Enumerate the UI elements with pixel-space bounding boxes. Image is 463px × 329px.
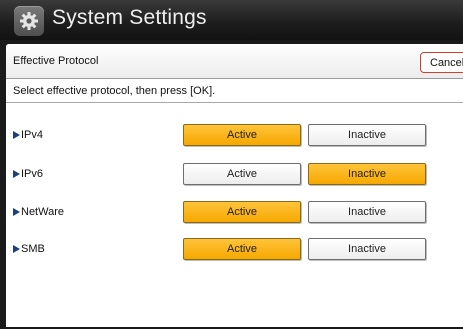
protocol-label: NetWare <box>13 206 64 218</box>
ipv4-inactive-button[interactable]: Inactive <box>308 124 426 146</box>
instruction-text: Select effective protocol, then press [O… <box>13 85 216 97</box>
protocol-row-smb: SMB Active Inactive <box>6 238 463 262</box>
protocol-row-ipv6: IPv6 Active Inactive <box>6 163 463 187</box>
ipv6-inactive-button[interactable]: Inactive <box>308 163 426 185</box>
section-title: Effective Protocol <box>13 55 99 67</box>
settings-panel: Effective Protocol Cancel Select effecti… <box>6 44 463 327</box>
protocol-name: IPv6 <box>21 168 44 180</box>
gear-icon <box>14 6 44 36</box>
arrow-right-icon <box>13 208 20 216</box>
protocol-name: SMB <box>21 243 45 255</box>
arrow-right-icon <box>13 131 20 139</box>
protocol-name: NetWare <box>21 206 64 218</box>
ipv6-active-button[interactable]: Active <box>183 163 301 185</box>
netware-inactive-button[interactable]: Inactive <box>308 201 426 223</box>
cancel-button[interactable]: Cancel <box>420 52 463 73</box>
protocol-label: SMB <box>13 243 45 255</box>
protocol-row-ipv4: IPv4 Active Inactive <box>6 124 463 148</box>
netware-active-button[interactable]: Active <box>183 201 301 223</box>
protocol-label: IPv4 <box>13 129 43 141</box>
title-bar: System Settings <box>0 0 463 40</box>
smb-active-button[interactable]: Active <box>183 238 301 260</box>
divider <box>6 102 463 103</box>
section-header: Effective Protocol Cancel <box>6 44 463 79</box>
smb-inactive-button[interactable]: Inactive <box>308 238 426 260</box>
ipv4-active-button[interactable]: Active <box>183 124 301 146</box>
protocol-row-netware: NetWare Active Inactive <box>6 201 463 225</box>
arrow-right-icon <box>13 170 20 178</box>
protocol-label: IPv6 <box>13 168 43 180</box>
page-title: System Settings <box>52 6 207 29</box>
arrow-right-icon <box>13 245 20 253</box>
protocol-name: IPv4 <box>21 129 44 141</box>
